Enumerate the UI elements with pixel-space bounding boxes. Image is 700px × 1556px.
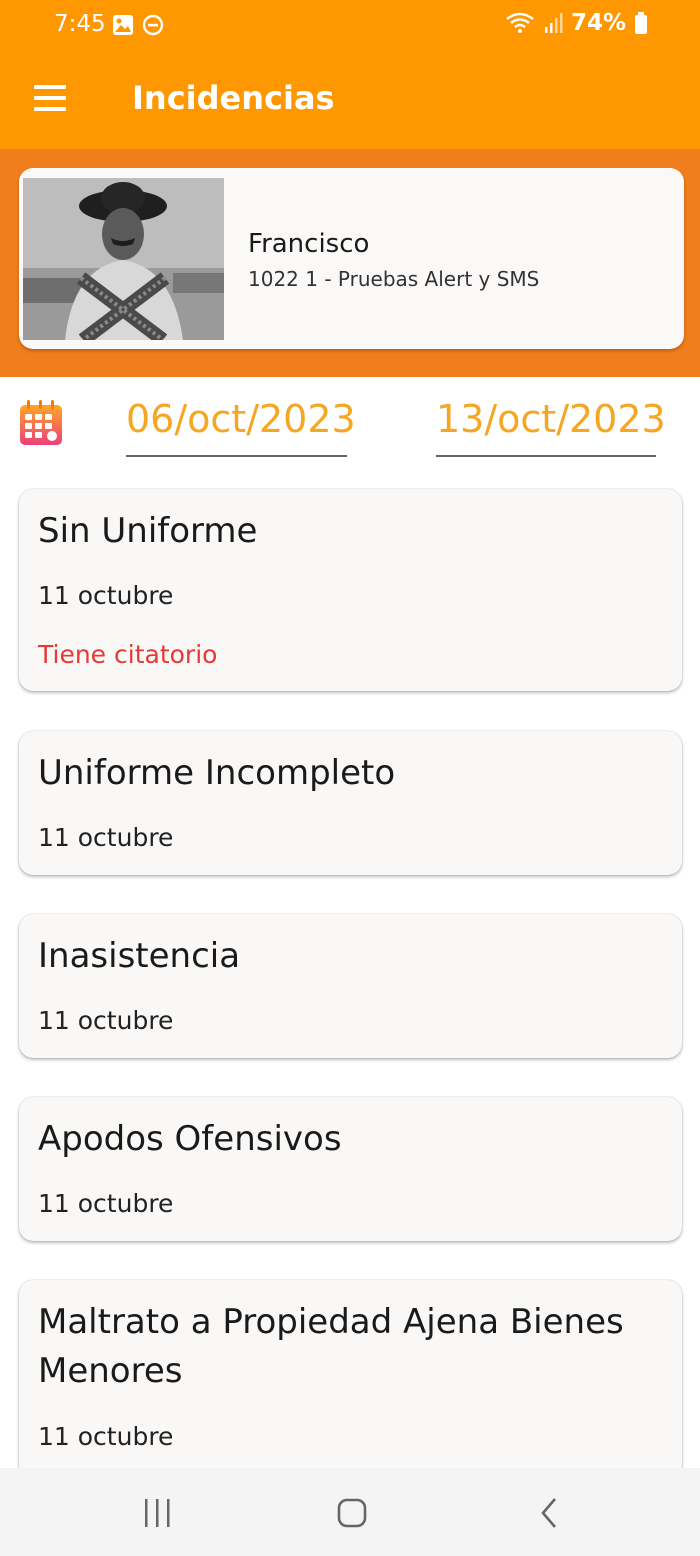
incident-card[interactable]: Inasistencia 11 octubre	[19, 914, 682, 1058]
status-bar: 7:45 74%	[0, 0, 700, 50]
date-range-row: 06/oct/2023 13/oct/2023	[0, 377, 700, 477]
incident-title: Inasistencia	[38, 936, 241, 976]
incident-title: Uniforme Incompleto	[38, 753, 396, 793]
date-from-field[interactable]: 06/oct/2023	[126, 397, 356, 457]
incident-title: Apodos Ofensivos	[38, 1119, 342, 1159]
home-icon[interactable]	[336, 1496, 368, 1530]
incident-title: Maltrato a Propiedad Ajena Bienes Menore…	[38, 1302, 624, 1391]
date-to-field[interactable]: 13/oct/2023	[436, 397, 666, 457]
incident-title: Sin Uniforme	[38, 511, 258, 551]
incident-date: 11 octubre	[38, 1422, 174, 1451]
recent-apps-icon[interactable]	[142, 1496, 172, 1530]
profile-name: Francisco	[248, 229, 370, 259]
wifi-icon	[506, 12, 534, 33]
system-navigation-bar	[0, 1468, 700, 1556]
incident-card[interactable]: Uniforme Incompleto 11 octubre	[19, 731, 682, 875]
battery-icon	[635, 12, 647, 34]
incident-date: 11 octubre	[38, 581, 174, 610]
profile-photo-image	[23, 178, 224, 340]
image-notification-icon	[113, 15, 133, 35]
calendar-icon[interactable]	[18, 399, 64, 447]
incident-card[interactable]: Apodos Ofensivos 11 octubre	[19, 1097, 682, 1241]
status-time: 7:45	[54, 11, 106, 37]
profile-card: Francisco 1022 1 - Pruebas Alert y SMS	[19, 168, 684, 349]
profile-photo	[23, 178, 224, 340]
do-not-disturb-icon	[142, 14, 164, 36]
signal-icon	[544, 13, 563, 33]
system-icons: 74%	[505, 10, 648, 36]
page-title: Incidencias	[132, 79, 335, 117]
profile-subtitle: 1022 1 - Pruebas Alert y SMS	[248, 267, 540, 291]
incident-date: 11 octubre	[38, 1189, 174, 1218]
hamburger-menu-icon[interactable]	[24, 76, 78, 120]
incident-date: 11 octubre	[38, 1006, 174, 1035]
battery-percentage: 74%	[570, 10, 626, 36]
back-icon[interactable]	[536, 1496, 562, 1530]
notification-icons	[112, 14, 164, 36]
incident-card[interactable]: Sin Uniforme 11 octubre Tiene citatorio	[19, 489, 682, 691]
app-bar: Incidencias	[0, 50, 700, 149]
incident-date: 11 octubre	[38, 823, 174, 852]
profile-header: Francisco 1022 1 - Pruebas Alert y SMS	[0, 149, 700, 377]
incident-card[interactable]: Maltrato a Propiedad Ajena Bienes Menore…	[19, 1280, 682, 1480]
incident-alert-note: Tiene citatorio	[38, 640, 218, 669]
